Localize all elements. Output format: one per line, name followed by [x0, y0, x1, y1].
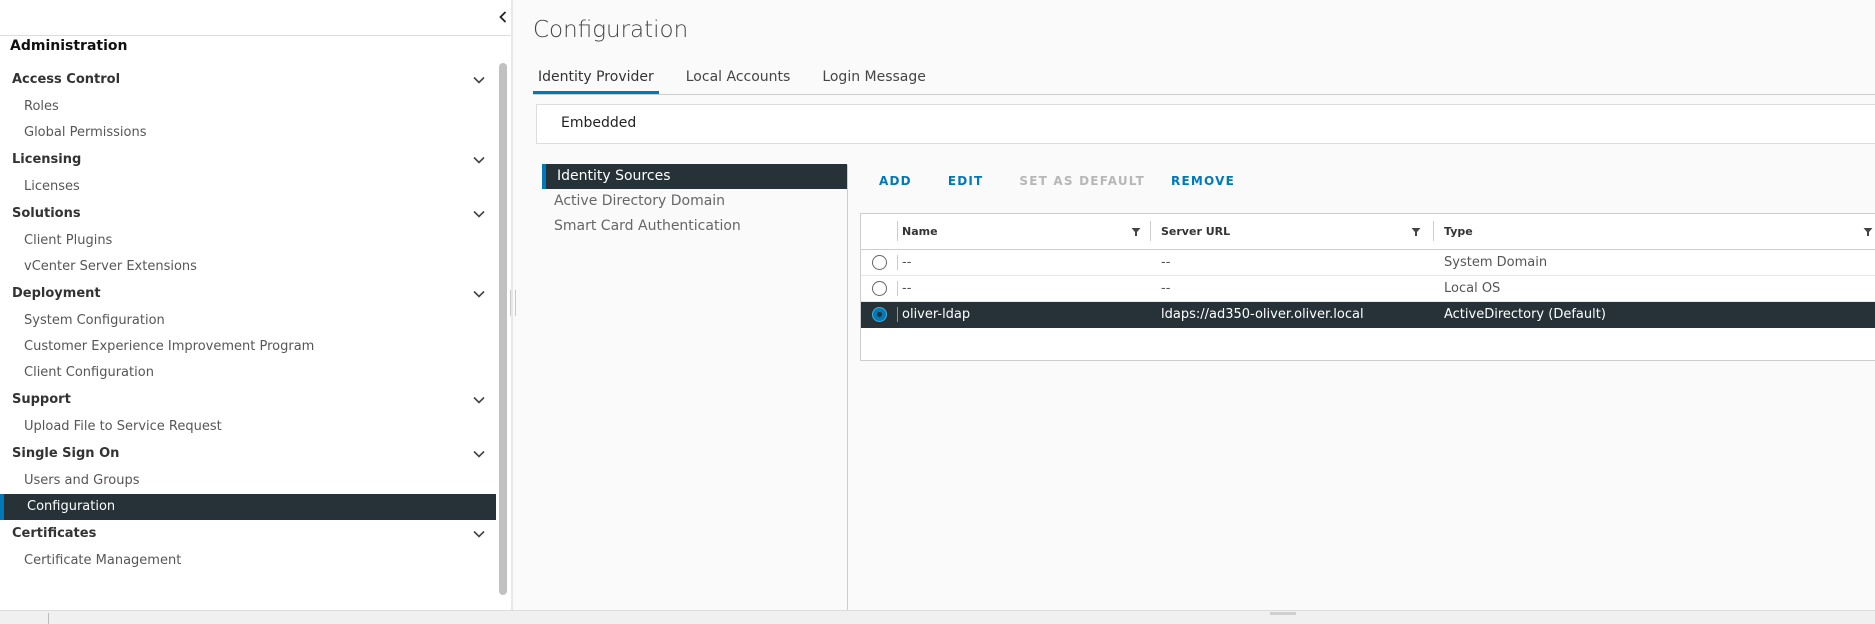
- nav-group-support[interactable]: Support: [0, 386, 496, 414]
- chevron-down-icon: [473, 146, 485, 174]
- nav-group-licensing[interactable]: Licensing: [0, 146, 496, 174]
- chevron-down-icon: [473, 520, 485, 548]
- divider: [1433, 221, 1434, 241]
- chevron-down-icon: [473, 280, 485, 308]
- nav-item-configuration[interactable]: Configuration: [0, 494, 496, 520]
- row-radio[interactable]: [872, 281, 887, 296]
- chevron-down-icon: [473, 440, 485, 468]
- column-header-name[interactable]: Name: [902, 214, 938, 249]
- cell-server-url: --: [1161, 255, 1171, 270]
- column-header-type[interactable]: Type: [1444, 214, 1473, 249]
- nav-group-label: Certificates: [12, 526, 97, 541]
- nav-group-label: Solutions: [12, 206, 81, 221]
- page-title: Configuration: [533, 17, 689, 43]
- remove-button[interactable]: REMOVE: [1171, 174, 1235, 188]
- divider: [1150, 221, 1151, 241]
- identity-subnav: Identity Sources Active Directory Domain…: [542, 164, 847, 239]
- nav-item-licenses[interactable]: Licenses: [0, 174, 496, 200]
- divider: [48, 613, 49, 624]
- nav-item-certificate-management[interactable]: Certificate Management: [0, 548, 496, 574]
- nav-group-label: Single Sign On: [12, 446, 120, 461]
- tab-bar: Identity Provider Local Accounts Login M…: [533, 62, 953, 94]
- sidebar-scrollbar[interactable]: [497, 60, 511, 610]
- nav-item-client-plugins[interactable]: Client Plugins: [0, 228, 496, 254]
- nav-item-global-permissions[interactable]: Global Permissions: [0, 120, 496, 146]
- nav-group-label: Access Control: [12, 72, 121, 87]
- row-radio[interactable]: [872, 255, 887, 270]
- nav-item-vcenter-server-extensions[interactable]: vCenter Server Extensions: [0, 254, 496, 280]
- divider: [0, 35, 511, 36]
- filter-icon[interactable]: [1131, 227, 1141, 237]
- tab-local-accounts[interactable]: Local Accounts: [681, 62, 796, 94]
- chevron-down-icon: [473, 386, 485, 414]
- nav-group-access-control[interactable]: Access Control: [0, 66, 496, 94]
- set-as-default-button[interactable]: SET AS DEFAULT: [1019, 174, 1145, 188]
- filter-icon[interactable]: [1863, 227, 1873, 237]
- row-radio-selected[interactable]: [872, 307, 887, 322]
- table-row[interactable]: oliver-ldap ldaps://ad350-oliver.oliver.…: [861, 302, 1875, 328]
- bottom-panel-bar: [0, 610, 1875, 624]
- edit-button[interactable]: EDIT: [948, 174, 984, 188]
- identity-provider-value: Embedded: [561, 115, 637, 131]
- divider: [533, 94, 1875, 95]
- cell-name: --: [902, 281, 912, 296]
- nav-group-solutions[interactable]: Solutions: [0, 200, 496, 228]
- divider: [897, 221, 898, 241]
- subnav-identity-sources[interactable]: Identity Sources: [542, 164, 847, 189]
- nav-group-deployment[interactable]: Deployment: [0, 280, 496, 308]
- sidebar-nav: Access Control Roles Global Permissions …: [0, 66, 496, 574]
- tab-identity-provider[interactable]: Identity Provider: [533, 62, 659, 94]
- nav-group-label: Support: [12, 392, 71, 407]
- nav-item-upload-file[interactable]: Upload File to Service Request: [0, 414, 496, 440]
- filter-icon[interactable]: [1411, 227, 1421, 237]
- add-button[interactable]: ADD: [879, 174, 912, 188]
- cell-server-url: --: [1161, 281, 1171, 296]
- subnav-active-directory-domain[interactable]: Active Directory Domain: [542, 189, 847, 214]
- sidebar-title: Administration: [10, 38, 128, 54]
- subnav-smart-card-authentication[interactable]: Smart Card Authentication: [542, 214, 847, 239]
- nav-item-ceip[interactable]: Customer Experience Improvement Program: [0, 334, 496, 360]
- identity-provider-panel: Embedded: [536, 104, 1875, 144]
- divider: [897, 255, 898, 270]
- cell-type: ActiveDirectory (Default): [1444, 307, 1606, 322]
- table-row[interactable]: -- -- System Domain: [861, 250, 1875, 276]
- scrollbar-thumb[interactable]: [499, 63, 507, 595]
- chevron-down-icon: [473, 200, 485, 228]
- divider: [847, 165, 848, 610]
- identity-sources-table: Name Server URL Type -- -- System Domain…: [860, 213, 1875, 361]
- cell-name: oliver-ldap: [902, 307, 971, 322]
- cell-server-url: ldaps://ad350-oliver.oliver.local: [1161, 307, 1364, 322]
- nav-group-certificates[interactable]: Certificates: [0, 520, 496, 548]
- nav-group-single-sign-on[interactable]: Single Sign On: [0, 440, 496, 468]
- main-content: Configuration Identity Provider Local Ac…: [512, 0, 1875, 610]
- collapse-sidebar-button[interactable]: [496, 8, 510, 26]
- nav-item-system-configuration[interactable]: System Configuration: [0, 308, 496, 334]
- nav-group-label: Licensing: [12, 152, 82, 167]
- cell-name: --: [902, 255, 912, 270]
- divider: [897, 307, 898, 322]
- divider: [897, 281, 898, 296]
- resize-grip[interactable]: [1270, 612, 1296, 615]
- action-bar: ADD EDIT SET AS DEFAULT REMOVE: [879, 174, 1271, 188]
- nav-group-label: Deployment: [12, 286, 101, 301]
- table-row[interactable]: -- -- Local OS: [861, 276, 1875, 302]
- sidebar: Administration Access Control Roles Glob…: [0, 0, 512, 610]
- table-header: Name Server URL Type: [861, 214, 1875, 250]
- nav-item-roles[interactable]: Roles: [0, 94, 496, 120]
- nav-item-users-and-groups[interactable]: Users and Groups: [0, 468, 496, 494]
- column-header-server-url[interactable]: Server URL: [1161, 214, 1230, 249]
- tab-login-message[interactable]: Login Message: [817, 62, 931, 94]
- chevron-left-icon: [499, 11, 507, 23]
- cell-type: Local OS: [1444, 281, 1501, 296]
- chevron-down-icon: [473, 66, 485, 94]
- cell-type: System Domain: [1444, 255, 1548, 270]
- nav-item-client-configuration[interactable]: Client Configuration: [0, 360, 496, 386]
